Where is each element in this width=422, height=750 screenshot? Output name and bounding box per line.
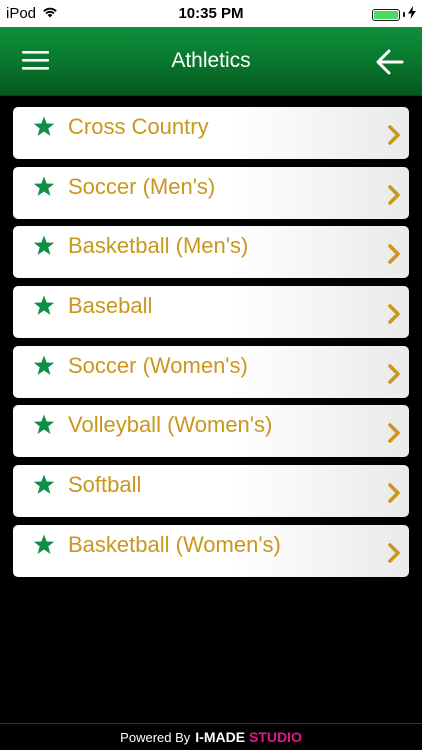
- star-icon: [33, 176, 55, 196]
- list-item-basketball-mens[interactable]: Basketball (Men's): [13, 226, 409, 279]
- list-item-label: Volleyball (Women's): [68, 412, 273, 438]
- battery-icon: [372, 8, 400, 21]
- footer: Powered By I-MADE STUDIO: [0, 723, 422, 750]
- chevron-right-icon: [388, 543, 400, 563]
- brand-logo: I-MADE STUDIO: [195, 729, 302, 745]
- list-item-label: Softball: [68, 472, 142, 498]
- powered-by-label: Powered By: [120, 729, 191, 745]
- star-icon: [33, 295, 55, 315]
- back-button[interactable]: [376, 49, 404, 75]
- list-item-label: Basketball (Men's): [68, 233, 249, 259]
- star-icon: [33, 116, 55, 136]
- star-icon: [33, 414, 55, 435]
- list-item-label: Soccer (Men's): [68, 173, 216, 199]
- list-item-soccer-womens[interactable]: Soccer (Women's): [13, 345, 409, 398]
- chevron-right-icon: [388, 125, 400, 145]
- brand-name-main: I-MADE: [195, 729, 246, 745]
- star-icon: [33, 534, 55, 554]
- page-title: Athletics: [171, 49, 251, 72]
- arrow-left-icon: [376, 49, 404, 75]
- chevron-right-icon: [388, 423, 400, 444]
- sports-list: Cross Country Soccer (Men's) Basketball …: [13, 107, 409, 585]
- charging-bolt-icon: [408, 6, 416, 23]
- brand-name-accent: STUDIO: [248, 729, 302, 745]
- star-icon: [33, 235, 55, 256]
- list-item-label: Basketball (Women's): [68, 531, 281, 557]
- star-icon: [33, 355, 55, 375]
- chevron-right-icon: [388, 244, 400, 265]
- list-item-basketball-womens[interactable]: Basketball (Women's): [13, 524, 409, 577]
- chevron-right-icon: [388, 363, 400, 384]
- list-item-label: Soccer (Women's): [68, 352, 248, 378]
- list-item-soccer-mens[interactable]: Soccer (Men's): [13, 166, 409, 219]
- list-item-baseball[interactable]: Baseball: [13, 286, 409, 339]
- chevron-right-icon: [388, 184, 400, 205]
- nav-bar: Athletics: [0, 27, 422, 96]
- chevron-right-icon: [388, 304, 400, 324]
- battery-level: [374, 10, 398, 19]
- list-item-label: Baseball: [68, 293, 153, 319]
- list-item-label: Cross Country: [68, 114, 209, 139]
- list-item-volleyball-womens[interactable]: Volleyball (Women's): [13, 405, 409, 458]
- list-item-cross-country[interactable]: Cross Country: [13, 107, 409, 159]
- battery-cap: [403, 12, 405, 17]
- list-item-softball[interactable]: Softball: [13, 465, 409, 518]
- status-bar: iPod 10:35 PM: [0, 0, 422, 27]
- chevron-right-icon: [388, 483, 400, 503]
- status-time: 10:35 PM: [178, 5, 244, 22]
- star-icon: [33, 474, 55, 494]
- status-right: [372, 6, 416, 23]
